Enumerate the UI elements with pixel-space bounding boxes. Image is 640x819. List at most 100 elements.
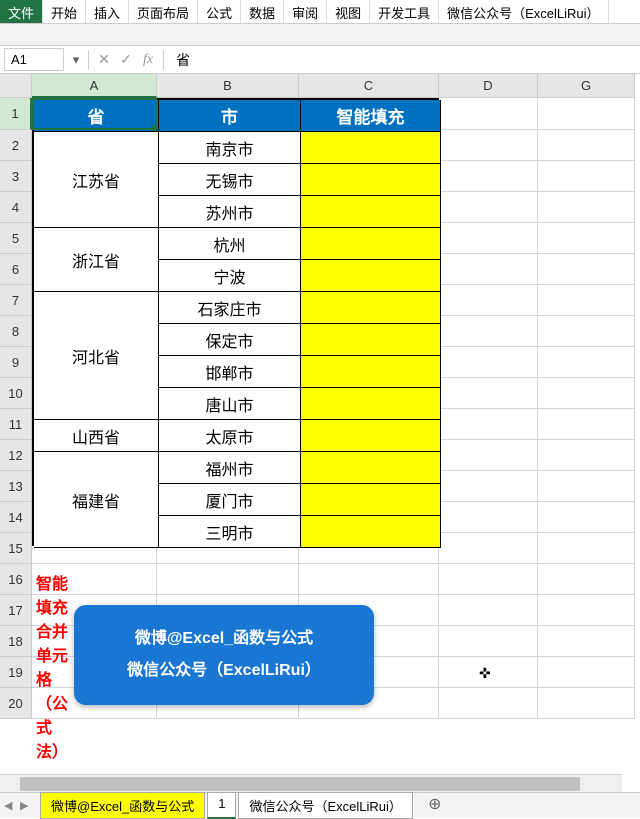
row-header-3[interactable]: 3 [0, 161, 32, 192]
cell-G3[interactable] [538, 161, 635, 192]
column-header-B[interactable]: B [157, 74, 299, 98]
cell-D9[interactable] [439, 347, 538, 378]
cell-G4[interactable] [538, 192, 635, 223]
column-header-G[interactable]: G [538, 74, 635, 98]
city-cell[interactable]: 邯郸市 [159, 356, 301, 388]
cell-D6[interactable] [439, 254, 538, 285]
ribbon-tab-8[interactable]: 开发工具 [370, 0, 439, 23]
cell-G10[interactable] [538, 378, 635, 409]
row-header-10[interactable]: 10 [0, 378, 32, 409]
cell-G20[interactable] [538, 688, 635, 719]
cell-D15[interactable] [439, 533, 538, 564]
row-header-17[interactable]: 17 [0, 595, 32, 626]
cell-D8[interactable] [439, 316, 538, 347]
city-cell[interactable]: 杭州 [159, 228, 301, 260]
cell-D16[interactable] [439, 564, 538, 595]
cell-G19[interactable] [538, 657, 635, 688]
cell-C16[interactable] [299, 564, 439, 595]
prev-sheet-icon[interactable]: ◀ [4, 799, 18, 812]
city-cell[interactable]: 苏州市 [159, 196, 301, 228]
name-box-dropdown-icon[interactable]: ▾ [68, 52, 84, 68]
table-header-1[interactable]: 市 [159, 100, 301, 132]
cell-D18[interactable] [439, 626, 538, 657]
fx-icon[interactable]: fx [137, 52, 159, 68]
fill-cell[interactable] [301, 420, 441, 452]
fill-cell[interactable] [301, 388, 441, 420]
ribbon-tab-0[interactable]: 文件 [0, 0, 43, 23]
name-box[interactable] [4, 48, 64, 71]
row-header-2[interactable]: 2 [0, 130, 32, 161]
cell-D13[interactable] [439, 471, 538, 502]
ribbon-tab-2[interactable]: 插入 [86, 0, 129, 23]
cell-G12[interactable] [538, 440, 635, 471]
column-header-C[interactable]: C [299, 74, 439, 98]
row-header-11[interactable]: 11 [0, 409, 32, 440]
fill-cell[interactable] [301, 132, 441, 164]
city-cell[interactable]: 石家庄市 [159, 292, 301, 324]
new-sheet-button[interactable]: ⊕ [423, 794, 447, 818]
province-cell[interactable]: 河北省 [34, 292, 159, 420]
city-cell[interactable]: 厦门市 [159, 484, 301, 516]
city-cell[interactable]: 福州市 [159, 452, 301, 484]
cell-D12[interactable] [439, 440, 538, 471]
sheet-tab[interactable]: 1 [207, 792, 236, 819]
fill-cell[interactable] [301, 484, 441, 516]
row-header-9[interactable]: 9 [0, 347, 32, 378]
cell-D17[interactable] [439, 595, 538, 626]
cancel-icon[interactable]: ✕ [93, 51, 115, 68]
cell-D2[interactable] [439, 130, 538, 161]
cell-G9[interactable] [538, 347, 635, 378]
province-cell[interactable]: 江苏省 [34, 132, 159, 228]
cell-D4[interactable] [439, 192, 538, 223]
row-header-18[interactable]: 18 [0, 626, 32, 657]
sheet-tab[interactable]: 微博@Excel_函数与公式 [40, 792, 205, 819]
cell-G15[interactable] [538, 533, 635, 564]
ribbon-tab-9[interactable]: 微信公众号（ExcelLiRui） [439, 0, 608, 23]
next-sheet-icon[interactable]: ▶ [20, 799, 34, 812]
row-header-20[interactable]: 20 [0, 688, 32, 719]
cell-D14[interactable] [439, 502, 538, 533]
formula-input[interactable] [168, 49, 640, 71]
row-header-13[interactable]: 13 [0, 471, 32, 502]
cell-D3[interactable] [439, 161, 538, 192]
ribbon-tab-1[interactable]: 开始 [43, 0, 86, 23]
horizontal-scrollbar[interactable] [0, 774, 622, 792]
table-header-2[interactable]: 智能填充 [301, 100, 441, 132]
ribbon-tab-7[interactable]: 视图 [327, 0, 370, 23]
scrollbar-thumb[interactable] [20, 777, 580, 791]
row-header-19[interactable]: 19 [0, 657, 32, 688]
fill-cell[interactable] [301, 164, 441, 196]
row-header-12[interactable]: 12 [0, 440, 32, 471]
row-header-6[interactable]: 6 [0, 254, 32, 285]
ribbon-tab-4[interactable]: 公式 [198, 0, 241, 23]
fill-cell[interactable] [301, 292, 441, 324]
ribbon-tab-3[interactable]: 页面布局 [129, 0, 198, 23]
row-header-1[interactable]: 1 [0, 98, 32, 130]
select-all-corner[interactable] [0, 74, 32, 98]
cell-G7[interactable] [538, 285, 635, 316]
city-cell[interactable]: 保定市 [159, 324, 301, 356]
city-cell[interactable]: 南京市 [159, 132, 301, 164]
fill-cell[interactable] [301, 356, 441, 388]
cell-G2[interactable] [538, 130, 635, 161]
cell-G6[interactable] [538, 254, 635, 285]
city-cell[interactable]: 唐山市 [159, 388, 301, 420]
row-header-14[interactable]: 14 [0, 502, 32, 533]
cell-G13[interactable] [538, 471, 635, 502]
city-cell[interactable]: 无锡市 [159, 164, 301, 196]
confirm-icon[interactable]: ✓ [115, 51, 137, 68]
city-cell[interactable]: 宁波 [159, 260, 301, 292]
fill-cell[interactable] [301, 196, 441, 228]
cell-G16[interactable] [538, 564, 635, 595]
cell-D10[interactable] [439, 378, 538, 409]
cell-G14[interactable] [538, 502, 635, 533]
province-cell[interactable]: 福建省 [34, 452, 159, 548]
row-header-4[interactable]: 4 [0, 192, 32, 223]
cell-D7[interactable] [439, 285, 538, 316]
column-header-D[interactable]: D [439, 74, 538, 98]
cell-B16[interactable] [157, 564, 299, 595]
column-header-A[interactable]: A [32, 74, 157, 98]
cell-D1[interactable] [439, 98, 538, 130]
cell-G8[interactable] [538, 316, 635, 347]
row-header-5[interactable]: 5 [0, 223, 32, 254]
